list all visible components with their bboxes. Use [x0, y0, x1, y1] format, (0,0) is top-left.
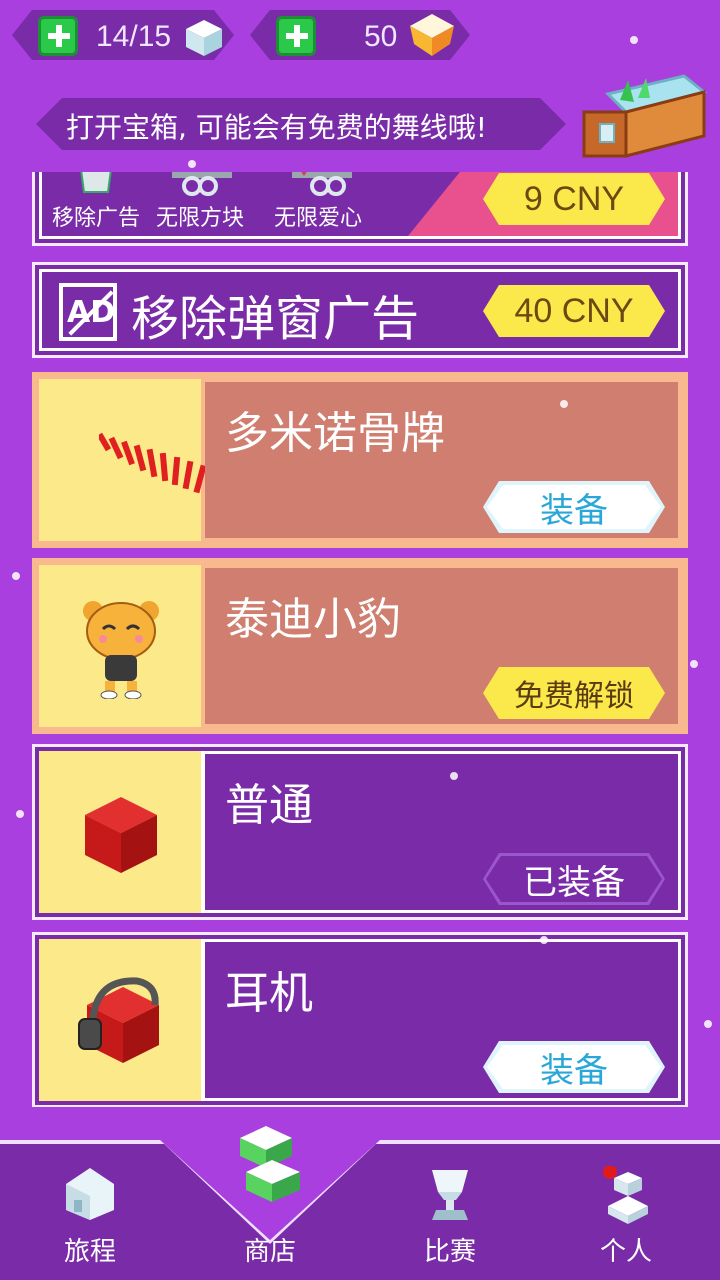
person-icon [603, 1166, 648, 1224]
free-unlock-label: 免费解锁 [514, 679, 634, 714]
add-gems-icon[interactable] [276, 16, 316, 56]
sparkle [12, 572, 20, 580]
chest-hint-text: 打开宝箱, 可能会有免费的舞线哦! [66, 111, 488, 144]
item-title-domino: 多米诺骨牌 [225, 408, 445, 459]
item-card-headphones[interactable]: 耳机 装备 [32, 932, 688, 1107]
bundle-card[interactable]: 移除广告 无限方块 无限爱心 9 CNY [32, 172, 688, 246]
remove-ads-card[interactable]: AD 移除弹窗广告 40 CNY [32, 262, 688, 358]
sparkle [188, 160, 196, 168]
remove-ads-price-label: 40 CNY [514, 291, 634, 330]
trophy-icon [432, 1170, 468, 1220]
feature-remove-ads: 移除广告 [52, 206, 141, 231]
item-thumb-normal [39, 751, 205, 913]
red-cube-icon [85, 797, 157, 873]
tab-journey[interactable]: 旅程 [30, 1164, 150, 1274]
remove-ads-price-button[interactable]: 40 CNY [483, 285, 665, 337]
shop-item-list[interactable]: 移除广告 无限方块 无限爱心 9 CNY AD 移除弹窗广告 40 CNY [0, 172, 720, 1107]
ad-block-icon: AD [59, 283, 117, 341]
tab-journey-label: 旅程 [63, 1237, 116, 1267]
tab-competition-label: 比赛 [423, 1237, 476, 1267]
free-unlock-button[interactable]: 免费解锁 [483, 667, 665, 719]
feature-infinite-hearts: 无限爱心 [274, 206, 363, 231]
sparkle [704, 1020, 712, 1028]
tab-competition[interactable]: 比赛 [390, 1164, 510, 1274]
sparkle [450, 772, 458, 780]
domino-icon [99, 432, 205, 494]
sparkle [690, 660, 698, 668]
equip-button-headphones[interactable]: 装备 [483, 1041, 665, 1093]
equip-label-domino: 装备 [540, 490, 608, 531]
lives-counter[interactable]: 14/15 [12, 10, 234, 60]
house-icon [66, 1168, 114, 1220]
item-title-teddy-leopard: 泰迪小豹 [225, 594, 401, 645]
item-card-normal[interactable]: 普通 已装备 [32, 744, 688, 920]
item-thumb-headphones [39, 939, 205, 1101]
tab-shop-label: 商店 [243, 1237, 296, 1267]
sparkle [560, 400, 568, 408]
lives-count: 14/15 [96, 20, 172, 53]
cube-icon [184, 18, 224, 58]
bundle-price-button[interactable]: 9 CNY [483, 173, 665, 225]
infinite-hearts-icon [292, 172, 352, 196]
item-title-normal: 普通 [225, 780, 313, 831]
sparkle [540, 936, 548, 944]
tab-shop[interactable]: 商店 [210, 1126, 330, 1274]
tab-profile-label: 个人 [599, 1237, 652, 1267]
chest-hint-banner: 打开宝箱, 可能会有免费的舞线哦! [36, 98, 566, 150]
equipped-label: 已装备 [523, 862, 625, 903]
tab-profile[interactable]: 个人 [566, 1164, 686, 1274]
shop-icon [240, 1126, 300, 1202]
feature-infinite-blocks: 无限方块 [156, 206, 245, 231]
equip-label-headphones: 装备 [540, 1050, 608, 1091]
gems-counter[interactable]: 50 [250, 10, 470, 60]
gems-count: 50 [364, 20, 398, 53]
item-title-headphones: 耳机 [225, 968, 313, 1019]
gem-icon [408, 12, 456, 58]
add-lives-icon[interactable] [38, 16, 78, 56]
headphone-cube-icon [78, 977, 159, 1063]
remove-ads-title: 移除弹窗广告 [131, 291, 420, 347]
equip-button-domino[interactable]: 装备 [483, 481, 665, 533]
item-card-teddy-leopard[interactable]: 泰迪小豹 免费解锁 [32, 558, 688, 734]
no-ads-icon [80, 172, 112, 193]
bundle-price-label: 9 CNY [523, 179, 625, 218]
leopard-icon [83, 601, 159, 699]
equipped-button[interactable]: 已装备 [483, 853, 665, 905]
item-card-domino[interactable]: 多米诺骨牌 装备 [32, 372, 688, 548]
treasure-chest-icon[interactable] [580, 72, 708, 158]
item-thumb-teddy-leopard [39, 565, 205, 727]
infinite-blocks-icon [172, 172, 232, 196]
sparkle [630, 36, 638, 44]
sparkle [16, 810, 24, 818]
item-thumb-domino [39, 379, 205, 541]
